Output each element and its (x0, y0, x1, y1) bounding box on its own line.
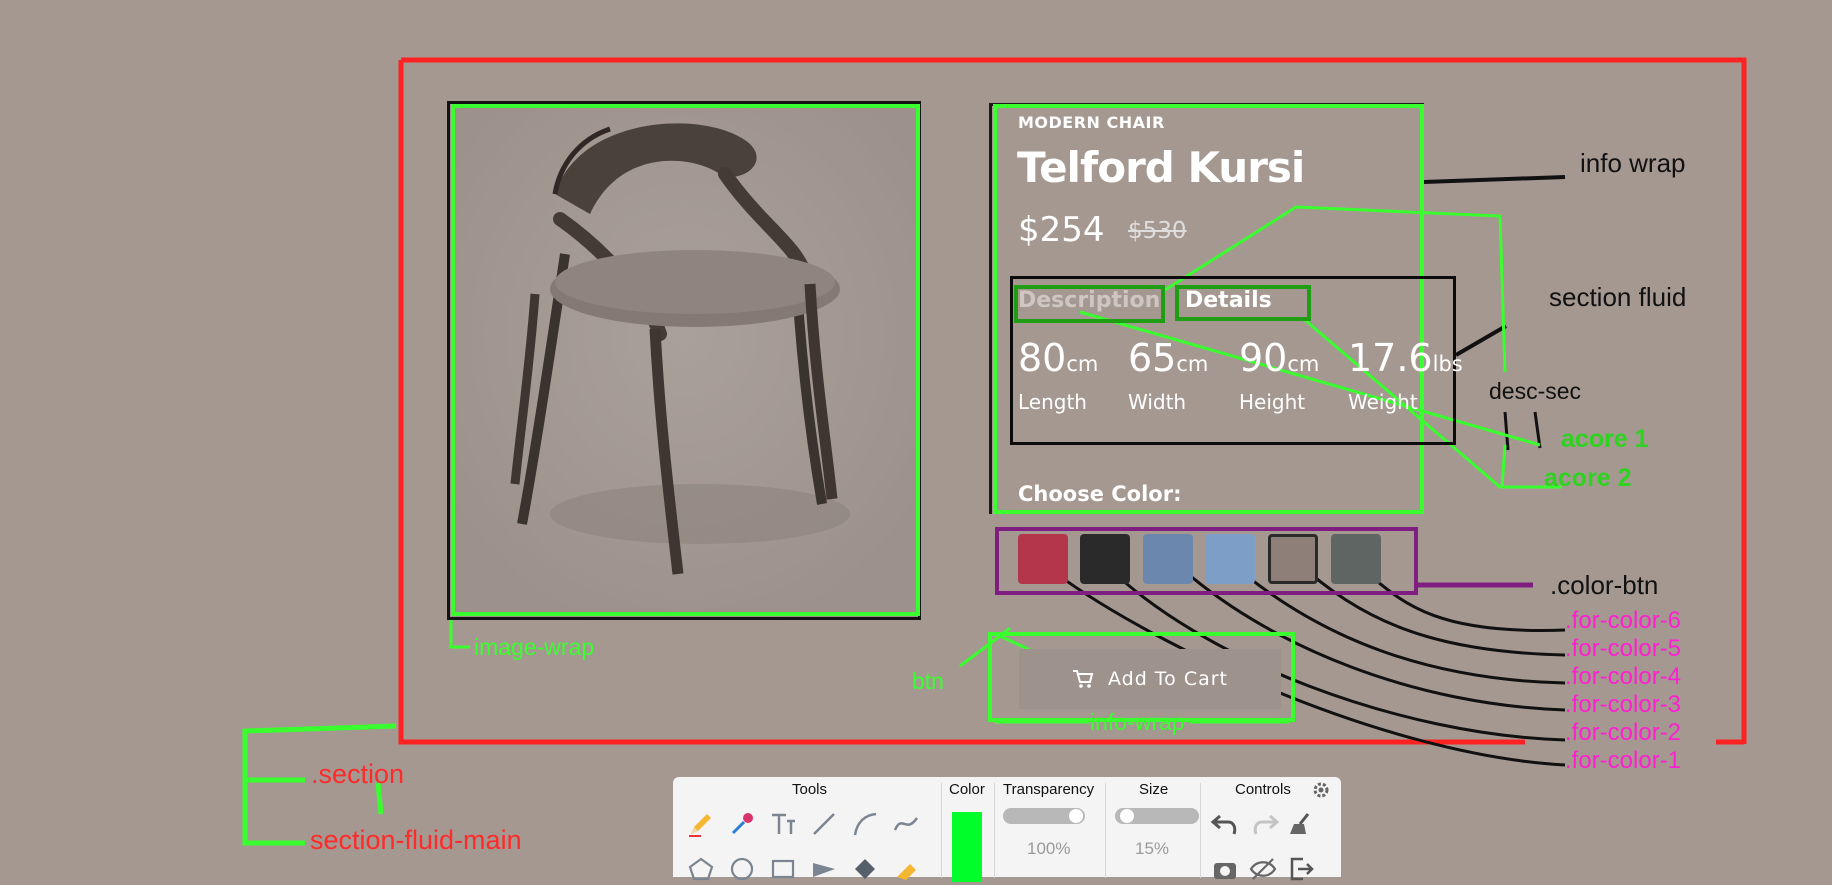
size-slider[interactable] (1115, 808, 1199, 824)
separator (1200, 783, 1201, 878)
spec-weight-value: 17.6 (1348, 336, 1433, 380)
annotation-desc-sec: desc-sec (1489, 378, 1582, 404)
color-header: Color (949, 781, 985, 798)
exit-icon[interactable] (1285, 853, 1317, 885)
tab-description-outline (1014, 285, 1165, 323)
spec-width: 65cm (1128, 336, 1208, 380)
camera-icon[interactable] (1209, 853, 1241, 885)
color-swatch-3[interactable] (1143, 534, 1193, 584)
size-value: 15% (1135, 839, 1170, 858)
annotation-section-fluid: section fluid (1549, 282, 1687, 312)
color-swatch-1[interactable] (1018, 534, 1068, 584)
arc-tool-icon[interactable] (849, 808, 881, 840)
annotation-section-fluid-main: section-fluid-main (310, 825, 522, 855)
eyedropper-icon[interactable] (726, 808, 758, 840)
pencil-icon[interactable] (685, 808, 717, 840)
annotation-for-color-6: .for-color-6 (1565, 607, 1682, 634)
triangle-tool-icon[interactable] (808, 853, 840, 885)
circle-tool-icon[interactable] (726, 853, 758, 885)
annotation-info-wrap-bottom: info-wrap (1090, 709, 1185, 735)
spec-width-label: Width (1128, 390, 1187, 414)
rectangle-tool-icon[interactable] (767, 853, 799, 885)
size-header: Size (1139, 781, 1169, 798)
annotation-section: .section (311, 759, 405, 789)
product-title: Telford Kursi (1017, 143, 1305, 192)
spec-height-value: 90 (1239, 336, 1288, 380)
tools-header: Tools (792, 781, 828, 798)
annotation-acore-2: acore 2 (1544, 464, 1632, 492)
undo-icon[interactable] (1209, 808, 1241, 840)
eraser-icon[interactable] (890, 853, 922, 885)
spec-height: 90cm (1239, 336, 1319, 380)
size-slider-knob[interactable] (1120, 809, 1134, 823)
color-swatch-6[interactable] (1331, 534, 1381, 584)
spec-length-value: 80 (1018, 336, 1067, 380)
product-price: $254 (1018, 210, 1105, 250)
annotation-btn: btn (912, 668, 944, 694)
annotation-acore-1: acore 1 (1561, 425, 1649, 453)
curve-tool-icon[interactable] (890, 808, 922, 840)
annotation-for-color-1: .for-color-1 (1565, 747, 1682, 774)
spec-height-label: Height (1239, 390, 1306, 414)
current-color-swatch[interactable] (952, 812, 982, 882)
transparency-slider[interactable] (1003, 808, 1085, 824)
product-category: MODERN CHAIR (1018, 113, 1165, 132)
spec-height-unit: cm (1287, 352, 1320, 376)
drawing-tools-panel: Tools Color Transparency Size Controls 1… (673, 777, 1341, 882)
transparency-value: 100% (1027, 839, 1071, 858)
polygon-tool-icon[interactable] (685, 853, 717, 885)
color-swatch-4[interactable] (1205, 534, 1255, 584)
color-swatch-5[interactable] (1268, 534, 1318, 584)
controls-header: Controls (1235, 781, 1291, 798)
clear-broom-icon[interactable] (1285, 808, 1317, 840)
spec-weight-label: Weight (1348, 390, 1418, 414)
fill-tool-icon[interactable] (849, 853, 881, 885)
gear-icon[interactable] (1310, 779, 1332, 801)
separator (1105, 783, 1106, 878)
color-swatch-2[interactable] (1080, 534, 1130, 584)
annotation-for-color-4: .for-color-4 (1565, 663, 1682, 690)
annotation-for-color-5: .for-color-5 (1565, 635, 1682, 662)
transparency-slider-knob[interactable] (1069, 809, 1083, 823)
product-old-price: $530 (1128, 218, 1187, 244)
annotation-for-color-2: .for-color-2 (1565, 719, 1682, 746)
separator (994, 783, 995, 878)
transparency-header: Transparency (1003, 781, 1095, 798)
tab-details-outline (1175, 285, 1311, 321)
choose-color-label: Choose Color: (1018, 482, 1182, 506)
annotation-for-color-3: .for-color-3 (1565, 691, 1682, 718)
spec-length: 80cm (1018, 336, 1098, 380)
text-tool-icon[interactable] (767, 808, 799, 840)
separator (941, 783, 942, 878)
spec-weight: 17.6lbs (1348, 336, 1463, 380)
hide-eye-icon[interactable] (1247, 853, 1279, 885)
line-tool-icon[interactable] (808, 808, 840, 840)
annotation-color-btn: .color-btn (1550, 570, 1659, 600)
spec-length-unit: cm (1066, 352, 1099, 376)
redo-icon[interactable] (1249, 808, 1281, 840)
spec-weight-unit: lbs (1432, 352, 1463, 376)
spec-length-label: Length (1018, 390, 1087, 414)
annotation-image-wrap: image-wrap (474, 634, 595, 660)
image-wrap-outline (451, 104, 920, 616)
annotation-info-wrap: info wrap (1580, 148, 1686, 178)
spec-width-value: 65 (1128, 336, 1177, 380)
spec-width-unit: cm (1176, 352, 1209, 376)
